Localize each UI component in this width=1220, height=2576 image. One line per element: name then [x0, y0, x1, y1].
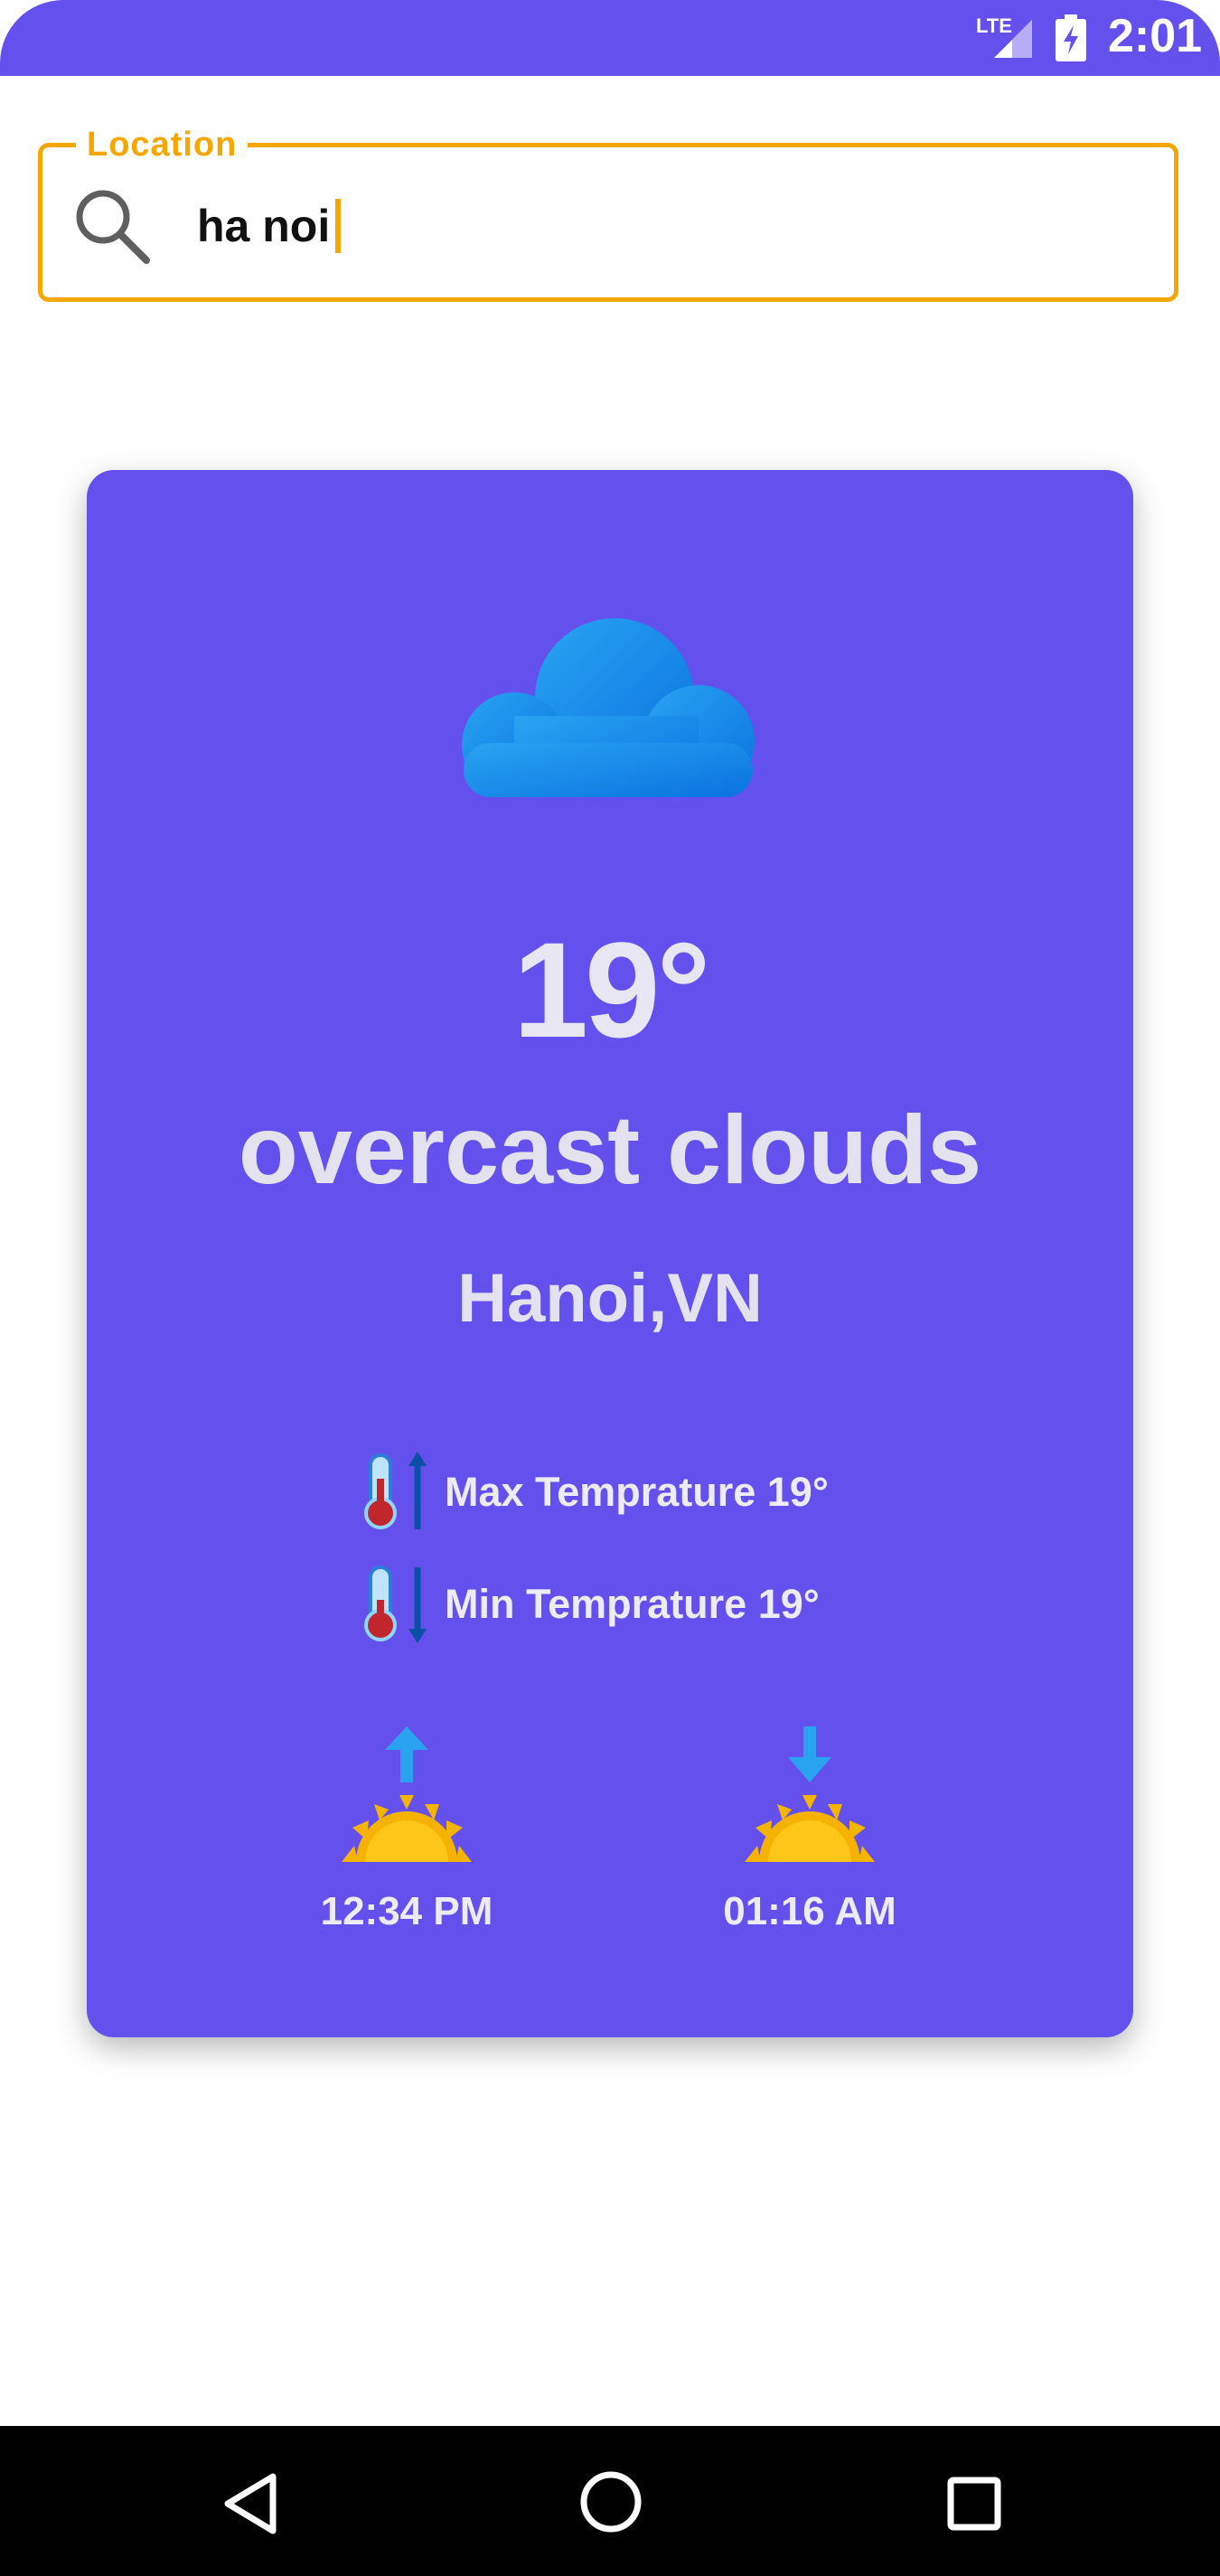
cloud-icon	[462, 618, 755, 797]
status-bar	[0, 0, 1220, 76]
sunset-icon	[745, 1726, 875, 1862]
max-temperature-label: Max Temprature 19°	[445, 1469, 829, 1515]
thermometer-up-icon	[364, 1452, 427, 1529]
sunrise-time: 12:34 PM	[320, 1889, 493, 1933]
back-icon[interactable]	[215, 2468, 287, 2540]
recents-icon[interactable]	[945, 2475, 1003, 2533]
location-name: Hanoi,VN	[457, 1260, 763, 1337]
search-icon[interactable]	[70, 184, 154, 268]
signal-icon	[994, 20, 1032, 58]
battery-charging-icon	[1056, 14, 1086, 61]
temperature-value: 19°	[512, 914, 711, 1066]
min-temperature-row: Min Temprature 19°	[363, 1564, 820, 1645]
sunset-time: 01:16 AM	[723, 1889, 896, 1933]
thermometer-down-icon	[364, 1565, 427, 1643]
home-icon[interactable]	[577, 2468, 645, 2536]
max-temperature-row: Max Temprature 19°	[363, 1452, 829, 1533]
location-field-label: Location	[76, 125, 249, 165]
min-temperature-label: Min Temprature 19°	[445, 1581, 820, 1627]
status-time: 2:01	[1108, 10, 1203, 62]
text-cursor	[335, 199, 341, 253]
weather-description: overcast clouds	[238, 1095, 982, 1204]
sunrise-icon	[342, 1726, 472, 1862]
